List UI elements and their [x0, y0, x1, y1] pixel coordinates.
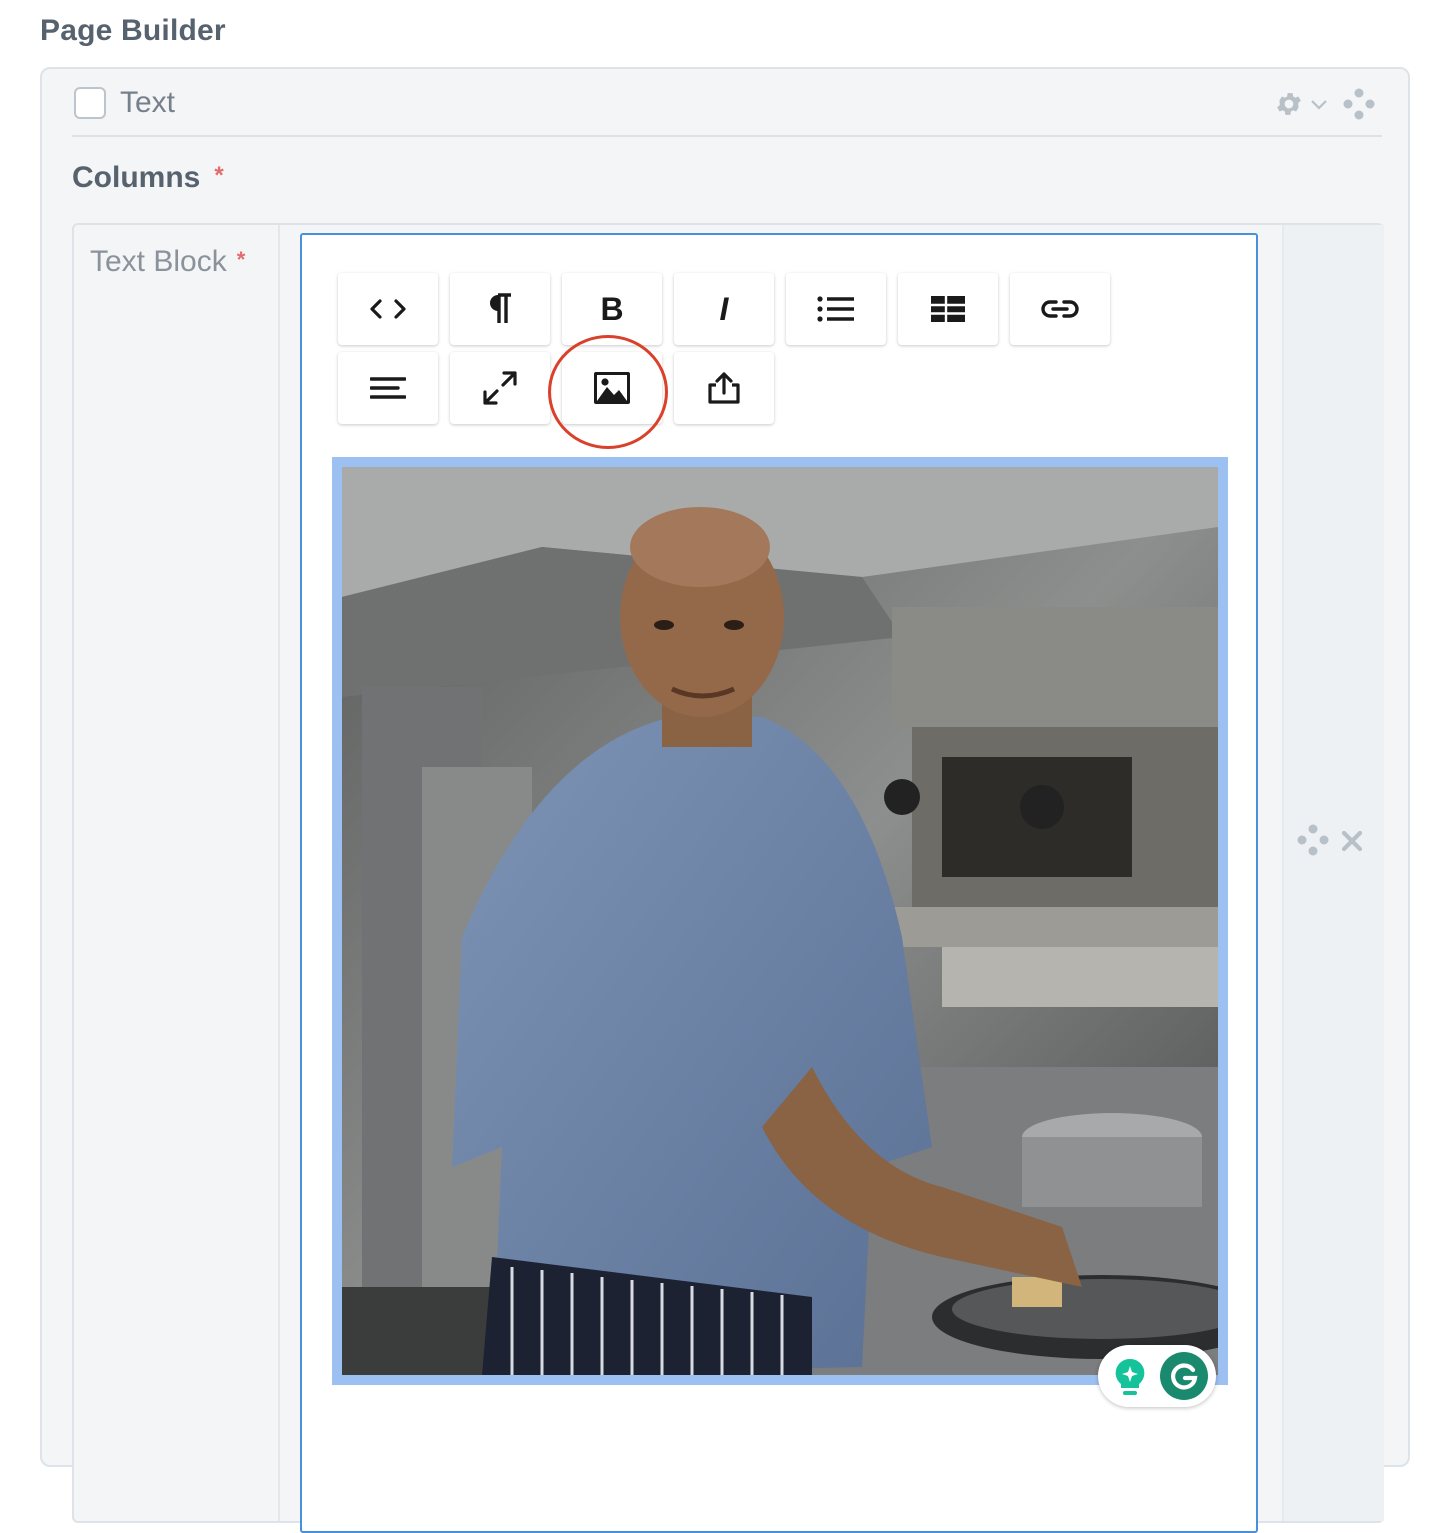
- fullscreen-button[interactable]: [450, 352, 550, 424]
- column-actions: [1282, 225, 1384, 1521]
- columns-label: Columns *: [72, 161, 224, 194]
- block-type-label: Text: [120, 86, 176, 119]
- lightbulb-icon[interactable]: [1112, 1357, 1148, 1397]
- list-icon: [817, 296, 854, 322]
- page-builder-panel: Text Columns * Text Block * B I: [40, 67, 1410, 1533]
- text-block-label: Text Block *: [90, 245, 246, 278]
- grammarly-widget[interactable]: [1098, 1345, 1216, 1407]
- column-row: Text Block * B I: [72, 223, 1384, 1533]
- chef-in-kitchen-photo[interactable]: [342, 467, 1272, 1375]
- html-source-button[interactable]: [338, 273, 438, 345]
- move-handle-icon[interactable]: [1296, 823, 1330, 857]
- required-marker: *: [214, 162, 224, 189]
- upload-icon: [708, 372, 740, 404]
- image-icon: [594, 372, 630, 404]
- chevron-down-icon[interactable]: [1310, 93, 1328, 115]
- upload-button[interactable]: [674, 352, 774, 424]
- table-icon: [931, 296, 965, 322]
- paragraph-button[interactable]: [450, 273, 550, 345]
- close-icon[interactable]: [1340, 829, 1364, 853]
- block-header: Text: [72, 85, 1382, 137]
- required-marker: *: [236, 247, 246, 272]
- column-label-area: Text Block *: [74, 225, 280, 1521]
- expand-icon: [483, 371, 517, 405]
- code-icon: [370, 299, 406, 319]
- align-button[interactable]: [338, 352, 438, 424]
- block-select-checkbox[interactable]: [74, 87, 106, 119]
- align-icon: [370, 377, 406, 399]
- bold-icon: B: [600, 290, 624, 327]
- rich-text-editor[interactable]: B I: [300, 233, 1272, 1533]
- italic-icon: I: [719, 290, 729, 327]
- bold-button[interactable]: B: [562, 273, 662, 345]
- gear-icon[interactable]: [1274, 89, 1304, 119]
- link-button[interactable]: [1010, 273, 1110, 345]
- drag-handle-icon[interactable]: [1342, 87, 1376, 121]
- unordered-list-button[interactable]: [786, 273, 886, 345]
- selected-image-frame[interactable]: [332, 457, 1272, 1385]
- grammarly-icon[interactable]: [1160, 1352, 1208, 1400]
- link-icon: [1041, 300, 1079, 318]
- insert-image-button[interactable]: [562, 352, 662, 424]
- table-button[interactable]: [898, 273, 998, 345]
- italic-button[interactable]: I: [674, 273, 774, 345]
- page-title: Page Builder: [40, 14, 226, 47]
- pilcrow-icon: [490, 293, 511, 323]
